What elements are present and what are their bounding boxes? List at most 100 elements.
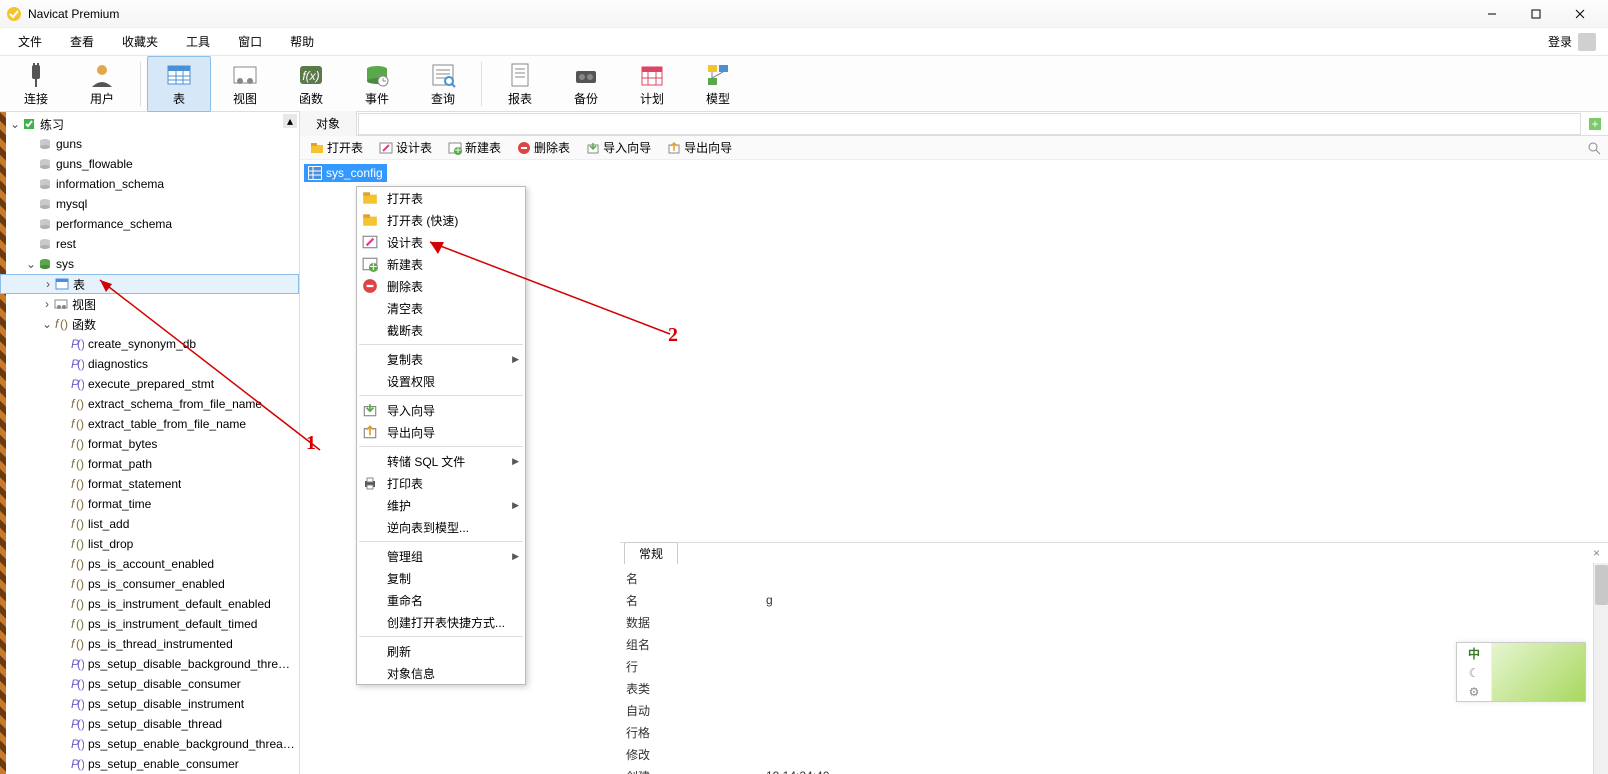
ime-logo (1491, 643, 1585, 701)
ctx-设置权限[interactable]: 设置权限 (357, 370, 525, 392)
tree-func-format_bytes[interactable]: f()format_bytes (0, 434, 299, 454)
svg-text:(): () (76, 477, 84, 491)
tree-func-format_statement[interactable]: f()format_statement (0, 474, 299, 494)
menu-view[interactable]: 查看 (56, 29, 108, 54)
tree-func-extract_table_from_file_name[interactable]: f()extract_table_from_file_name (0, 414, 299, 434)
ribbon-event[interactable]: 事件 (345, 56, 409, 112)
ctx-创建打开表快捷方式...[interactable]: 创建打开表快捷方式... (357, 611, 525, 633)
ctx-删除表[interactable]: 删除表 (357, 275, 525, 297)
tree-func-list_drop[interactable]: f()list_drop (0, 534, 299, 554)
tree-db-sys[interactable]: ⌄sys (0, 254, 299, 274)
ribbon-view[interactable]: 视图 (213, 56, 277, 112)
ctx-复制[interactable]: 复制 (357, 567, 525, 589)
tree-func-diagnostics[interactable]: P()diagnostics (0, 354, 299, 374)
ribbon-backup[interactable]: 备份 (554, 56, 618, 112)
ctx-管理组[interactable]: 管理组▶ (357, 545, 525, 567)
ime-moon-icon[interactable]: ☾ (1469, 666, 1480, 680)
tree-db-mysql[interactable]: mysql (0, 194, 299, 214)
new-query-icon[interactable]: + (1582, 113, 1608, 135)
tree-func-ps_setup_enable_background_threads[interactable]: P()ps_setup_enable_background_threads (0, 734, 299, 754)
ctx-导出向导[interactable]: 导出向导 (357, 421, 525, 443)
tree-func-create_synonym_db[interactable]: P()create_synonym_db (0, 334, 299, 354)
ribbon-fx[interactable]: f(x)函数 (279, 56, 343, 112)
ctx-转储 SQL 文件[interactable]: 转储 SQL 文件▶ (357, 450, 525, 472)
tree-func-ps_is_instrument_default_enabled[interactable]: f()ps_is_instrument_default_enabled (0, 594, 299, 614)
ribbon-plug[interactable]: 连接 (4, 56, 68, 112)
detail-close-icon[interactable]: × (1585, 546, 1608, 560)
ribbon-model[interactable]: 模型 (686, 56, 750, 112)
tree-func-ps_is_instrument_default_timed[interactable]: f()ps_is_instrument_default_timed (0, 614, 299, 634)
ribbon-table[interactable]: 表 (147, 56, 211, 112)
ctx-打开表[interactable]: 打开表 (357, 187, 525, 209)
ctx-设计表[interactable]: 设计表 (357, 231, 525, 253)
ribbon-report[interactable]: 报表 (488, 56, 552, 112)
object-tab[interactable]: 对象 (300, 111, 357, 136)
ctx-打印表[interactable]: 打印表 (357, 472, 525, 494)
menu-fav[interactable]: 收藏夹 (108, 29, 172, 54)
maximize-button[interactable] (1514, 0, 1558, 28)
ime-mode[interactable]: 中 (1468, 645, 1480, 662)
tree-func-ps_is_consumer_enabled[interactable]: f()ps_is_consumer_enabled (0, 574, 299, 594)
tree-func-ps_setup_disable_consumer[interactable]: P()ps_setup_disable_consumer (0, 674, 299, 694)
close-button[interactable] (1558, 0, 1602, 28)
tree-functions[interactable]: ⌄f()函数 (0, 314, 299, 334)
tree-func-ps_is_account_enabled[interactable]: f()ps_is_account_enabled (0, 554, 299, 574)
ime-gear-icon[interactable]: ⚙ (1469, 685, 1480, 699)
tbar-imp[interactable]: 导入向导 (582, 137, 655, 158)
tree-func-execute_prepared_stmt[interactable]: P()execute_prepared_stmt (0, 374, 299, 394)
tree-func-ps_setup_disable_instrument[interactable]: P()ps_setup_disable_instrument (0, 694, 299, 714)
tree-func-format_path[interactable]: f()format_path (0, 454, 299, 474)
tree-func-extract_schema_from_file_name[interactable]: f()extract_schema_from_file_name (0, 394, 299, 414)
tree-scroll-up-icon[interactable]: ▴ (283, 114, 297, 128)
ribbon-user[interactable]: 用户 (70, 56, 134, 112)
login-button[interactable]: 登录 (1540, 29, 1604, 55)
avatar-icon (1578, 33, 1596, 51)
tree-func-ps_setup_disable_background_threads[interactable]: P()ps_setup_disable_background_threads (0, 654, 299, 674)
detail-scrollbar[interactable] (1593, 563, 1608, 774)
tree-func-ps_setup_enable_consumer[interactable]: P()ps_setup_enable_consumer (0, 754, 299, 774)
ctx-刷新[interactable]: 刷新 (357, 640, 525, 662)
ctx-新建表[interactable]: +新建表 (357, 253, 525, 275)
ctx-维护[interactable]: 维护▶ (357, 494, 525, 516)
tree-func-format_time[interactable]: f()format_time (0, 494, 299, 514)
menu-tools[interactable]: 工具 (172, 29, 224, 54)
ribbon-schedule[interactable]: 计划 (620, 56, 684, 112)
ctx-打开表 (快速)[interactable]: 打开表 (快速) (357, 209, 525, 231)
tree-func-list_add[interactable]: f()list_add (0, 514, 299, 534)
menu-help[interactable]: 帮助 (276, 29, 328, 54)
minimize-button[interactable] (1470, 0, 1514, 28)
ctx-清空表[interactable]: 清空表 (357, 297, 525, 319)
ctx-逆向表到模型...[interactable]: 逆向表到模型... (357, 516, 525, 538)
svg-text:(): () (76, 577, 84, 591)
menu-window[interactable]: 窗口 (224, 29, 276, 54)
tbar-exp[interactable]: 导出向导 (663, 137, 736, 158)
tbar-open[interactable]: 打开表 (306, 137, 367, 158)
tree-db-performance_schema[interactable]: performance_schema (0, 214, 299, 234)
search-icon[interactable] (1586, 140, 1602, 156)
tree-db-rest[interactable]: rest (0, 234, 299, 254)
ctx-对象信息[interactable]: 对象信息 (357, 662, 525, 684)
tree-func-ps_is_thread_instrumented[interactable]: f()ps_is_thread_instrumented (0, 634, 299, 654)
ribbon-query[interactable]: 查询 (411, 56, 475, 112)
tree-func-ps_setup_disable_thread[interactable]: P()ps_setup_disable_thread (0, 714, 299, 734)
tree-tables[interactable]: ›表 (0, 274, 299, 294)
tree-db-guns[interactable]: guns (0, 134, 299, 154)
ime-panel[interactable]: 中 ☾ ⚙ (1456, 642, 1586, 702)
tbar-del[interactable]: 删除表 (513, 137, 574, 158)
tree-db-guns_flowable[interactable]: guns_flowable (0, 154, 299, 174)
imp-icon (362, 402, 378, 418)
ctx-复制表[interactable]: 复制表▶ (357, 348, 525, 370)
menu-file[interactable]: 文件 (4, 29, 56, 54)
selected-table[interactable]: sys_config (304, 164, 387, 182)
object-filter-input[interactable] (358, 113, 1581, 135)
ctx-截断表[interactable]: 截断表 (357, 319, 525, 341)
detail-tab-general[interactable]: 常规 (624, 542, 678, 564)
nav-tree[interactable]: ▴ ⌄练习gunsguns_flowableinformation_schema… (0, 112, 300, 774)
tree-views[interactable]: ›视图 (0, 294, 299, 314)
tbar-new[interactable]: +新建表 (444, 137, 505, 158)
tree-db-information_schema[interactable]: information_schema (0, 174, 299, 194)
ctx-重命名[interactable]: 重命名 (357, 589, 525, 611)
tbar-design[interactable]: 设计表 (375, 137, 436, 158)
tree-connection[interactable]: ⌄练习 (0, 114, 299, 134)
ctx-导入向导[interactable]: 导入向导 (357, 399, 525, 421)
